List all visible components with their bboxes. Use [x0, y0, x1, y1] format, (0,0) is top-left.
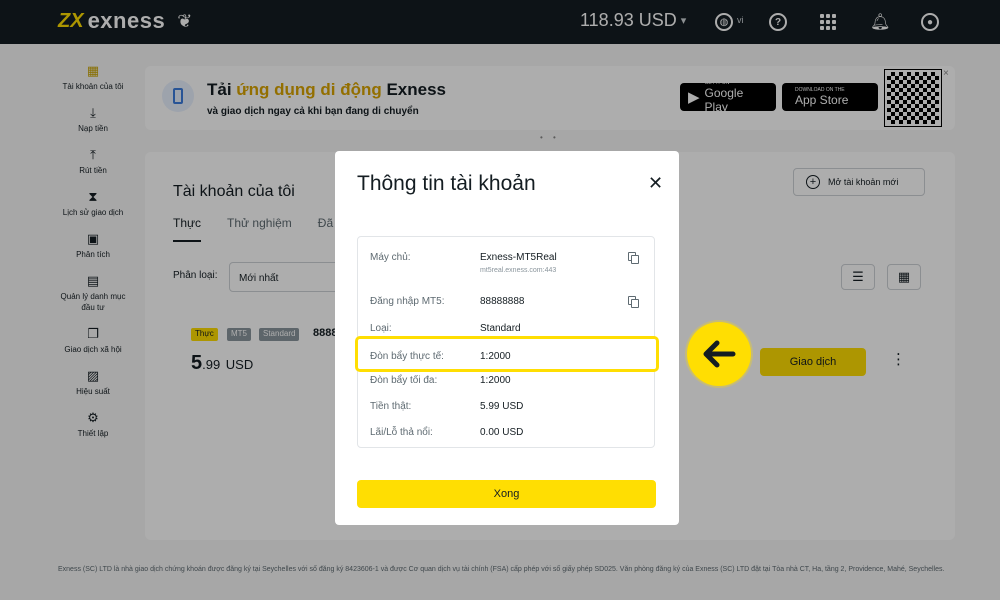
copy-icon[interactable]	[628, 252, 639, 264]
close-icon[interactable]: ✕	[648, 173, 663, 194]
info-value: Exness-MT5Real	[480, 252, 557, 263]
info-label: Máy chủ:	[370, 252, 411, 263]
info-label: Loại:	[370, 323, 392, 334]
info-value: Standard	[480, 323, 521, 334]
modal-title: Thông tin tài khoản	[357, 172, 536, 195]
info-label: Tiền thật:	[370, 401, 412, 412]
info-value: 0.00 USD	[480, 427, 524, 438]
info-label: Lãi/Lỗ thả nổi:	[370, 427, 433, 438]
copy-icon[interactable]	[628, 296, 639, 308]
info-value: 1:2000	[480, 351, 511, 362]
info-value: 88888888	[480, 296, 525, 307]
info-label: Đòn bẩy thực tế:	[370, 351, 444, 362]
info-value: 5.99 USD	[480, 401, 524, 412]
info-subvalue: mt5real.exness.com:443	[480, 267, 557, 274]
info-value: 1:2000	[480, 375, 511, 386]
pointer-arrow-icon	[687, 322, 751, 386]
info-label: Đăng nhập MT5:	[370, 296, 445, 307]
done-button[interactable]: Xong	[357, 480, 656, 508]
info-row-actual-leverage-highlight: Đòn bẩy thực tế: 1:2000	[355, 336, 659, 372]
info-label: Đòn bẩy tối đa:	[370, 375, 438, 386]
